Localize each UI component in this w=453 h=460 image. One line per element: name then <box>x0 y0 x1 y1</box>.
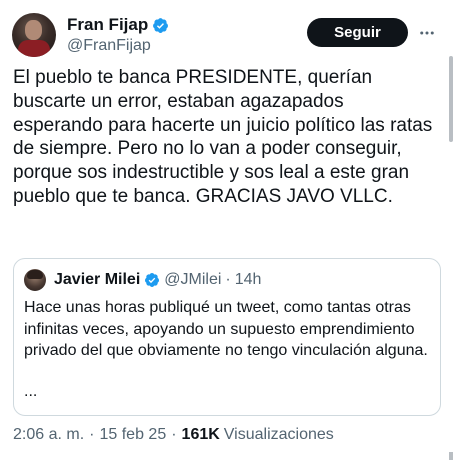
quoted-tweet-text: Hace unas horas publiqué un tweet, como … <box>24 299 428 360</box>
quoted-separator: · <box>225 271 231 288</box>
quoted-tweet-ellipsis: ... <box>24 383 38 400</box>
tweet-meta: 2:06 a. m. · 15 feb 25 · 161K Visualizac… <box>13 426 334 444</box>
quoted-author-handle: @JMilei <box>164 271 222 288</box>
author-display-name[interactable]: Fran Fijap <box>67 15 148 35</box>
author-names: Fran Fijap @FranFijap <box>67 15 169 55</box>
scrollbar-thumb[interactable] <box>449 56 453 142</box>
quoted-verified-badge-icon <box>145 273 160 287</box>
views-label: Visualizaciones <box>223 426 334 443</box>
tweet-text: El pueblo te banca PRESIDENTE, querían b… <box>13 67 433 207</box>
quoted-author-display-name: Javier Milei <box>54 271 141 288</box>
author-avatar[interactable] <box>12 13 56 57</box>
author-name-row: Fran Fijap <box>67 15 169 35</box>
meta-separator: · <box>89 426 95 443</box>
quoted-author-avatar <box>24 269 46 291</box>
tweet-date[interactable]: 15 feb 25 <box>99 426 166 444</box>
more-options-button[interactable] <box>417 19 437 47</box>
author-handle[interactable]: @FranFijap <box>67 37 169 55</box>
views-count: 161K <box>181 426 220 443</box>
meta-separator: · <box>171 426 177 443</box>
tweet-time[interactable]: 2:06 a. m. <box>13 426 84 444</box>
follow-button[interactable]: Seguir <box>307 18 408 47</box>
verified-badge-icon <box>153 17 169 33</box>
more-horizontal-icon <box>420 31 434 35</box>
quoted-tweet-card[interactable]: Javier Milei @JMilei · 14h Hace unas hor… <box>13 258 441 416</box>
tweet-header: Fran Fijap @FranFijap Seguir <box>12 11 445 59</box>
quoted-tweet-time: 14h <box>234 271 262 288</box>
scrollbar-thumb-bottom[interactable] <box>449 452 453 460</box>
quoted-tweet-header: Javier Milei @JMilei · 14h <box>24 269 261 291</box>
